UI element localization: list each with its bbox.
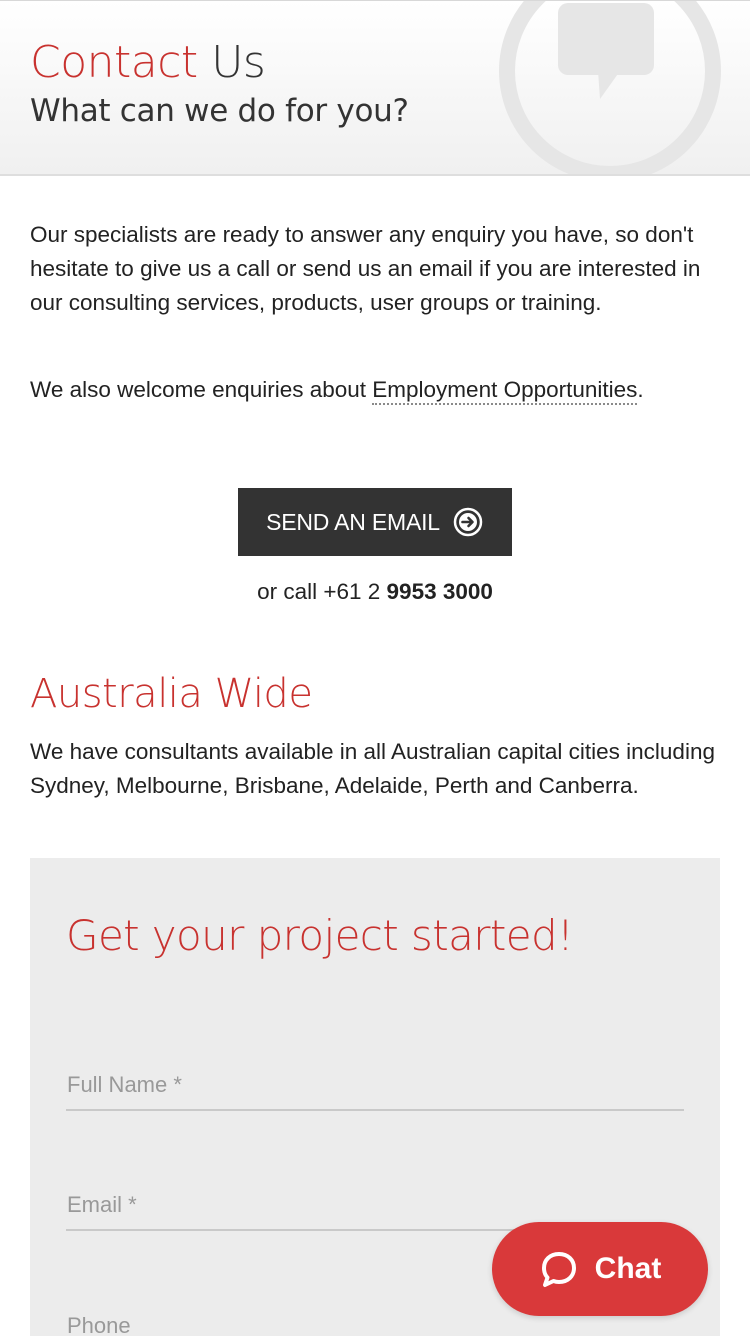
send-email-button[interactable]: SEND AN EMAIL (238, 488, 512, 556)
page-subtitle: What can we do for you? (30, 93, 409, 129)
page-title-rest: Us (211, 37, 266, 88)
full-name-field[interactable] (66, 1061, 684, 1111)
form-title: Get your project started! (66, 911, 574, 960)
employment-suffix: . (637, 377, 644, 402)
arrow-circle-right-icon (453, 507, 483, 537)
employment-prefix: We also welcome enquiries about (30, 377, 373, 402)
intro-paragraph: Our specialists are ready to answer any … (30, 222, 701, 315)
australia-wide-heading: Australia Wide (30, 671, 313, 717)
chat-button[interactable]: Chat (492, 1222, 708, 1316)
call-text: or call +61 2 9953 3000 (0, 576, 750, 608)
chat-label: Chat (594, 1252, 662, 1285)
send-email-label: SEND AN EMAIL (266, 508, 440, 535)
speech-bubble-icon (499, 1, 721, 174)
page-title: Contact Us (30, 37, 266, 89)
page-header: Contact Us What can we do for you? (0, 0, 750, 176)
australia-paragraph: We have consultants available in all Aus… (30, 739, 715, 798)
employment-paragraph: We also welcome enquiries about Employme… (30, 373, 720, 407)
page-title-accent: Contact (30, 37, 198, 88)
speech-bubble-icon (541, 1252, 576, 1287)
call-prefix: or call +61 2 (257, 579, 387, 604)
phone-number[interactable]: 9953 3000 (387, 579, 493, 604)
employment-opportunities-link[interactable]: Employment Opportunities (372, 377, 638, 405)
